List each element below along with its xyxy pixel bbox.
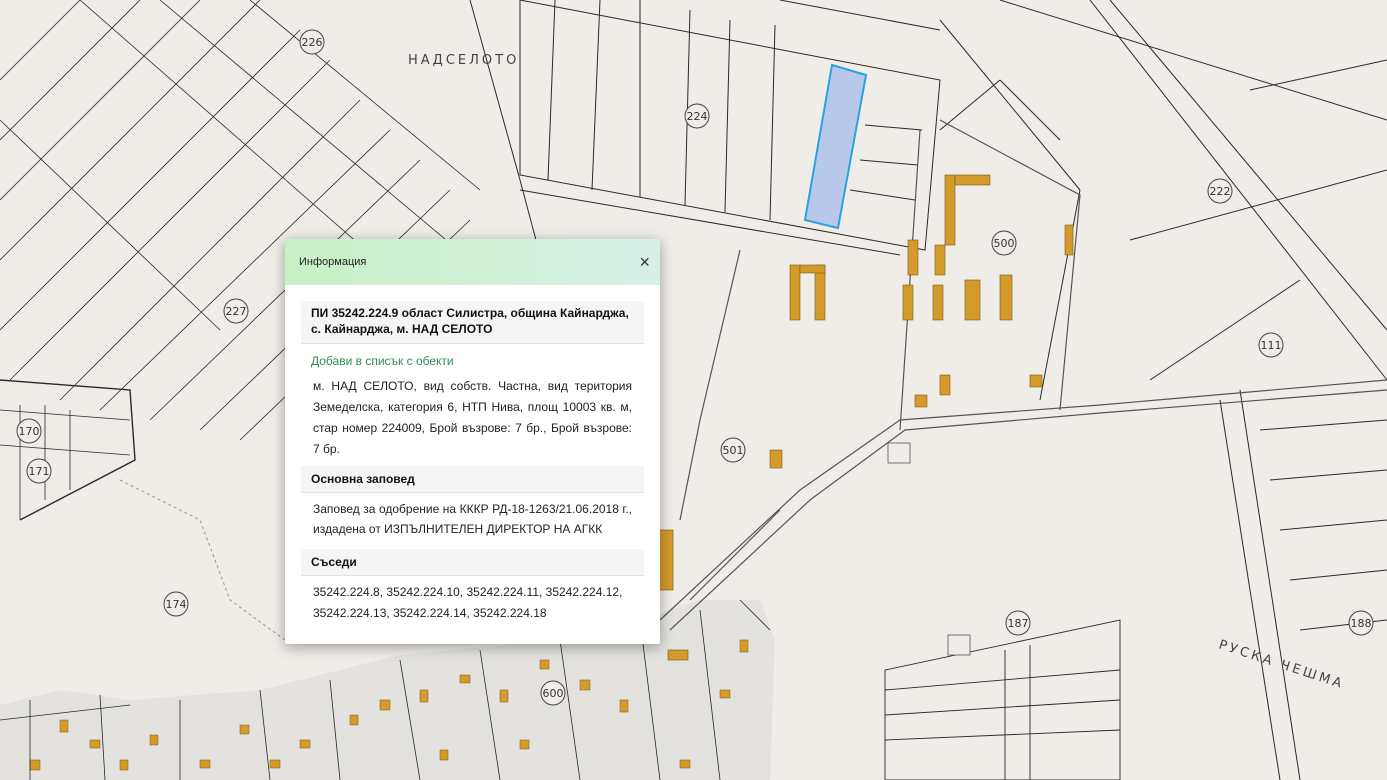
info-popup: Информация × ПИ 35242.224.9 област Силис…: [285, 239, 660, 644]
parcel-number-226: 226: [302, 36, 323, 49]
parcel-number-222: 222: [1210, 185, 1231, 198]
parcel-number-171: 171: [29, 465, 50, 478]
parcel-details: м. НАД СЕЛОТО, вид собств. Частна, вид т…: [313, 379, 632, 456]
parcel-number-170: 170: [19, 425, 40, 438]
parcel-title: ПИ 35242.224.9 област Силистра, община К…: [301, 301, 644, 344]
parcel-number-227: 227: [226, 305, 247, 318]
neighbors-heading: Съседи: [301, 549, 644, 576]
parcel-number-500: 500: [994, 237, 1015, 250]
parcel-number-174: 174: [166, 598, 187, 611]
order-text: Заповед за одобрение на КККР РД-18-1263/…: [313, 502, 632, 536]
parcel-number-224: 224: [687, 110, 708, 123]
close-icon[interactable]: ×: [639, 253, 650, 271]
parcel-number-501: 501: [723, 444, 744, 457]
popup-header: Информация ×: [285, 239, 660, 285]
locality-label: НАДСЕЛОТО: [408, 53, 519, 68]
parcel-number-600: 600: [543, 687, 564, 700]
popup-title: Информация: [299, 256, 367, 268]
add-to-list-link[interactable]: Добави в списък с обекти: [301, 344, 644, 372]
parcel-number-187: 187: [1008, 617, 1029, 630]
cadastral-map[interactable]: 226 224 227 170 171 174 500 501 222 111 …: [0, 0, 1387, 780]
parcel-number-111: 111: [1261, 339, 1282, 352]
popup-body: ПИ 35242.224.9 област Силистра, община К…: [285, 285, 660, 630]
order-heading: Основна заповед: [301, 466, 644, 493]
neighbors-text: 35242.224.8, 35242.224.10, 35242.224.11,…: [313, 585, 623, 620]
parcel-number-188: 188: [1351, 617, 1372, 630]
